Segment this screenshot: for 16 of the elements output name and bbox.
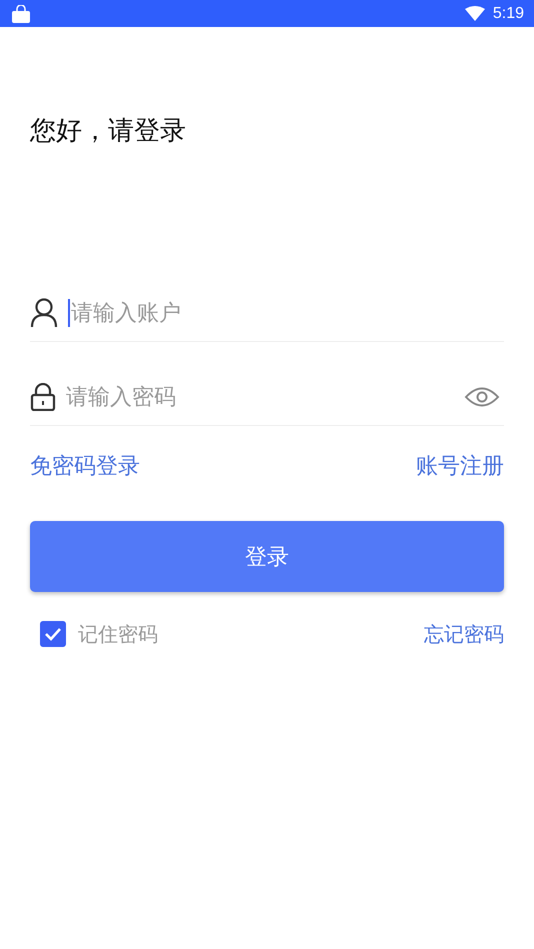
forgot-password-link[interactable]: 忘记密码 [424,618,504,650]
input-field[interactable]: 请输入密码 [66,384,454,410]
shopping-bag-icon [11,4,31,22]
login-button[interactable]: 登录 [30,521,504,592]
remember-label: 记住密码 [78,620,158,648]
remember-checkbox[interactable] [40,621,66,647]
register-link[interactable]: 账号注册 [416,451,504,483]
eye-icon[interactable] [464,386,500,408]
wifi-icon [464,6,485,21]
lock-icon [30,383,56,411]
input-field[interactable]: 请输入账户 [71,300,504,326]
user-icon [30,298,58,328]
greeting-title: 您好，请登录 [30,115,187,148]
passwordless-login-link[interactable]: 免密码登录 [30,451,140,483]
status-time: 5:19 [492,4,524,22]
check-icon [44,627,62,641]
